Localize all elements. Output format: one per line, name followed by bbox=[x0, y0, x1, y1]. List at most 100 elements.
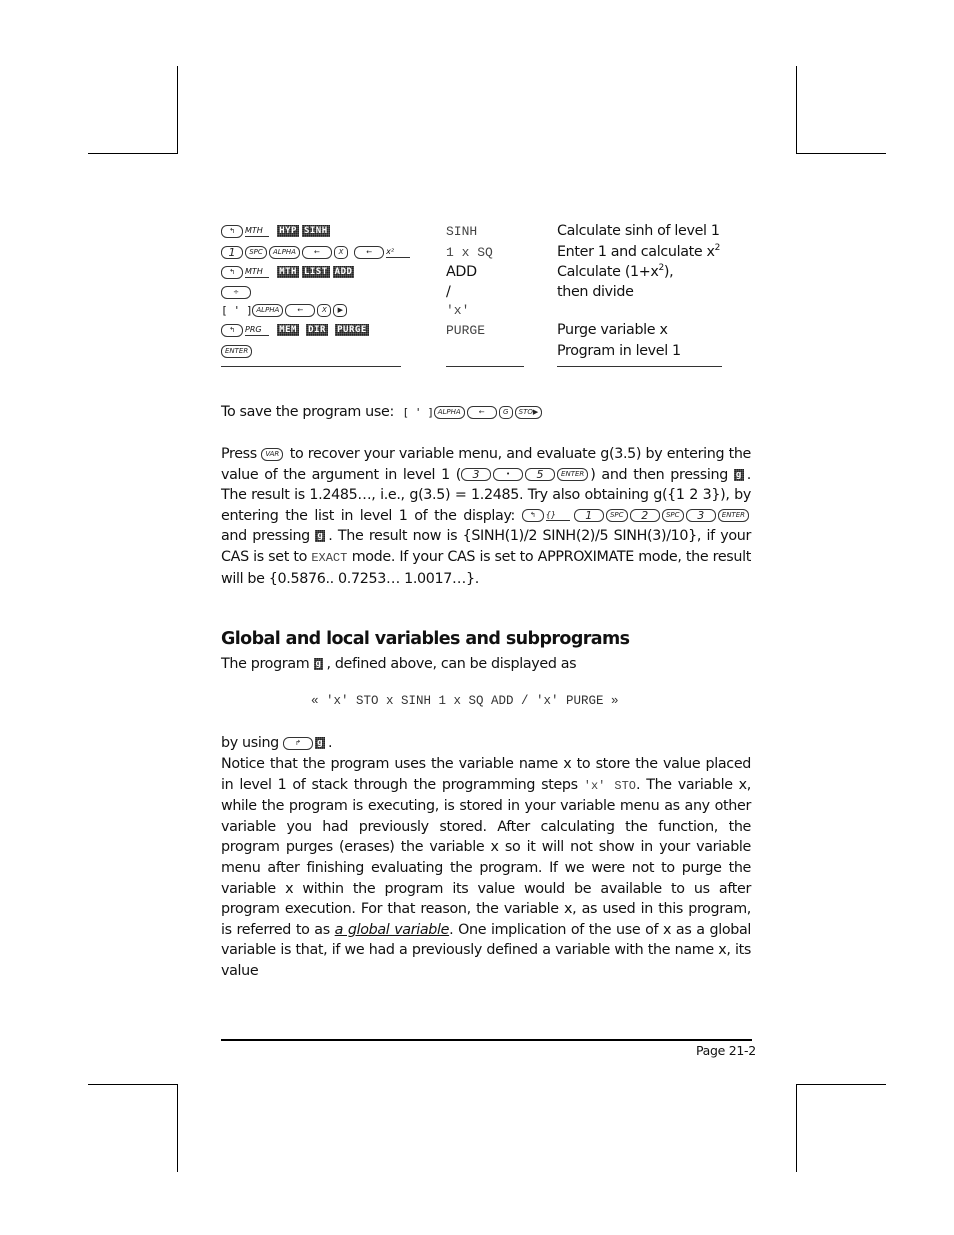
softkey: LIST bbox=[303, 266, 328, 278]
softkey-g: g bbox=[317, 737, 324, 749]
superscript: 2 bbox=[714, 243, 721, 254]
left-shift-key-icon: ← bbox=[301, 245, 332, 259]
key: ALPHA bbox=[269, 245, 300, 259]
left-shift-key-icon: ← bbox=[354, 245, 385, 259]
paragraph-evaluate: Press VAR to recover your variable menu,… bbox=[221, 444, 751, 589]
table-desc: Calculate (1+x2), bbox=[557, 262, 674, 282]
table-desc: Enter 1 and calculate x2 bbox=[557, 242, 720, 262]
table-desc: then divide bbox=[557, 284, 634, 300]
crop-mark-br-v bbox=[796, 1084, 797, 1172]
shift-label: PRG bbox=[245, 325, 269, 336]
enter-key-icon: ENTER bbox=[717, 509, 749, 523]
left-shift-key-icon: ← bbox=[466, 405, 497, 419]
text: The program bbox=[221, 656, 310, 672]
crop-mark-tr-v bbox=[796, 66, 797, 154]
table-code: ADD bbox=[446, 264, 477, 280]
enter-key-icon: ENTER bbox=[557, 468, 589, 482]
var-key-icon: VAR bbox=[261, 447, 284, 461]
left-shift-key-icon: ← bbox=[285, 303, 316, 317]
table-row-keys: ↰ MTH MTH LIST ADD bbox=[221, 262, 357, 282]
crop-mark-bl-h bbox=[88, 1084, 177, 1085]
sto-key-icon: STO▶ bbox=[514, 405, 543, 419]
softkey: ADD bbox=[334, 266, 353, 278]
paragraph-global-variable: Notice that the program uses the variabl… bbox=[221, 754, 751, 982]
key: 3 bbox=[685, 509, 716, 523]
crop-mark-bl-v bbox=[177, 1084, 178, 1172]
left-shift-key-icon: ↰ bbox=[221, 265, 243, 279]
softkey: HYP bbox=[279, 225, 297, 237]
key: SPC bbox=[245, 245, 267, 259]
table-row-keys: [ ' ] ALPHA ← X ▶ bbox=[221, 300, 349, 320]
table-row-keys: 1 SPC ALPHA ← X ← x² bbox=[221, 242, 414, 262]
footer-rule bbox=[221, 1039, 752, 1041]
shift-label: MTH bbox=[245, 226, 269, 237]
text: and pressing bbox=[221, 528, 310, 545]
text: , defined above, can be displayed as bbox=[326, 656, 577, 672]
softkey: MTH bbox=[279, 266, 297, 278]
softkey-g: g bbox=[317, 530, 324, 543]
key: X bbox=[317, 303, 332, 317]
quote-key-prefix: [ ' ] bbox=[221, 304, 253, 317]
key: ALPHA bbox=[252, 303, 284, 317]
left-shift-key-icon: ↰ bbox=[521, 509, 544, 523]
right-arrow-key-icon: ▶ bbox=[333, 303, 348, 317]
program-listing: « 'x' STO x SINH 1 x SQ ADD / 'x' PURGE … bbox=[311, 694, 619, 708]
save-text: To save the program use: bbox=[221, 404, 394, 420]
softkey: PURGE bbox=[337, 324, 367, 336]
table-code: SINH bbox=[446, 224, 478, 239]
shift-label: MTH bbox=[245, 267, 269, 278]
inline-code: 'x' STO bbox=[583, 778, 636, 793]
table-row-keys: ↰ PRG MEM DIR PURGE bbox=[221, 320, 372, 340]
by-using-line: by using ↱ g. bbox=[221, 735, 333, 751]
left-shift-key-icon: ↰ bbox=[221, 224, 243, 238]
section-heading: Global and local variables and subprogra… bbox=[221, 629, 630, 649]
crop-mark-tl-v bbox=[177, 66, 178, 154]
key: • bbox=[493, 468, 524, 482]
key: 5 bbox=[525, 468, 556, 482]
table-desc: Program in level 1 bbox=[557, 343, 681, 359]
text: . The variable x, while the program is e… bbox=[221, 776, 751, 938]
text: by using bbox=[221, 735, 279, 751]
key: SPC bbox=[605, 509, 628, 523]
desc-text: Calculate (1+x bbox=[557, 264, 659, 280]
enter-key-icon: ENTER bbox=[221, 344, 253, 358]
right-shift-key-icon: ↱ bbox=[283, 736, 314, 750]
left-shift-key-icon: ↰ bbox=[221, 323, 243, 337]
softkey-g: g bbox=[735, 468, 742, 481]
save-instruction: To save the program use: [ ' ] ALPHA ← G STO… bbox=[221, 402, 544, 422]
table-rule bbox=[446, 366, 524, 367]
table-desc: Calculate sinh of level 1 bbox=[557, 223, 720, 239]
page-number: Page 21-2 bbox=[696, 1043, 756, 1058]
divide-key-icon: ÷ bbox=[221, 285, 251, 299]
desc-text: ), bbox=[663, 264, 674, 280]
table-rule bbox=[557, 366, 722, 367]
crop-mark-tr-h bbox=[796, 153, 886, 154]
table-code: 'x' bbox=[446, 303, 470, 318]
key: X bbox=[333, 245, 348, 259]
table-code: 1 x SQ bbox=[446, 245, 493, 260]
section-intro: The program g , defined above, can be dis… bbox=[221, 654, 577, 674]
table-desc: Purge variable x bbox=[557, 322, 668, 338]
table-rule bbox=[221, 366, 401, 367]
key: 3 bbox=[461, 468, 492, 482]
table-row-keys: ↰ MTH HYP SINH bbox=[221, 221, 333, 241]
key: 1 bbox=[573, 509, 604, 523]
shift-label: x² bbox=[386, 247, 411, 258]
crop-mark-tl-h bbox=[88, 153, 177, 154]
alpha-key-icon: ALPHA bbox=[433, 405, 465, 419]
table-code: PURGE bbox=[446, 323, 486, 338]
table-code: / bbox=[446, 284, 451, 300]
table-row-keys: ÷ bbox=[221, 282, 253, 302]
key: 1 bbox=[221, 245, 243, 259]
text: ) and then pressing bbox=[590, 466, 728, 483]
desc-text: Enter 1 and calculate x bbox=[557, 244, 715, 260]
key: SPC bbox=[661, 509, 684, 523]
g-key-icon: G bbox=[498, 405, 513, 419]
softkey: DIR bbox=[308, 324, 326, 336]
softkey-g: g bbox=[315, 658, 322, 670]
crop-mark-br-h bbox=[796, 1084, 886, 1085]
term-global-variable: a global variable bbox=[334, 921, 450, 938]
key: 2 bbox=[629, 509, 660, 523]
exact-mode-code: EXACT bbox=[311, 550, 348, 565]
softkey: SINH bbox=[303, 225, 328, 237]
